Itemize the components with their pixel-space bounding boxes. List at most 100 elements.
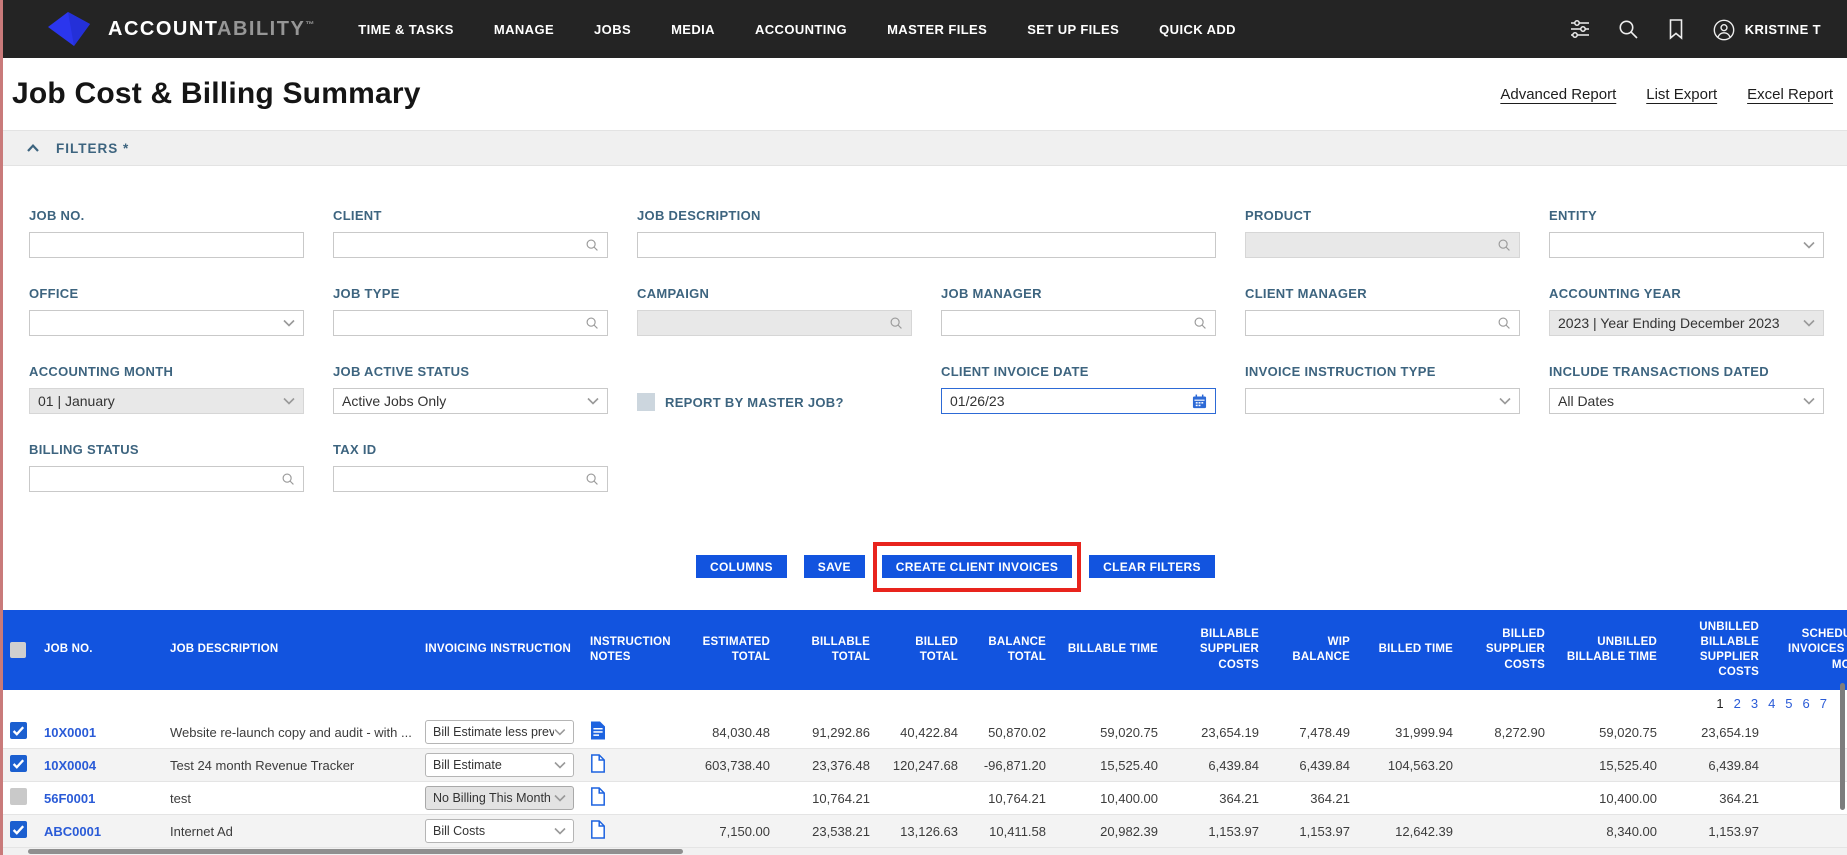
column-header-balance-total[interactable]: BALANCE TOTAL: [968, 635, 1056, 665]
chevron-down-icon: [1499, 397, 1511, 405]
job-number-link[interactable]: 56F0001: [44, 791, 95, 806]
job-number-link[interactable]: 10X0004: [44, 758, 96, 773]
page-current: 1: [1716, 695, 1724, 711]
invoicing-instruction-select[interactable]: No Billing This Month: [425, 786, 574, 810]
report-by-master-job-checkbox[interactable]: [637, 393, 655, 411]
column-header-billable-total[interactable]: BILLABLE TOTAL: [780, 635, 880, 665]
instruction-notes-document-filled-icon[interactable]: [590, 721, 606, 740]
client-manager-input[interactable]: [1245, 310, 1520, 336]
nav-item-set-up-files[interactable]: SET UP FILES: [1027, 22, 1119, 37]
brand[interactable]: ACCOUNTABILITY™: [44, 10, 314, 48]
billing-status-input[interactable]: [29, 466, 304, 492]
chevron-down-icon: [1803, 397, 1815, 405]
column-header-unbilled-billable-supplier-costs[interactable]: UNBILLED BILLABLE SUPPLIER COSTS: [1667, 620, 1769, 681]
chevron-down-icon: [554, 729, 566, 736]
job-type-input[interactable]: [333, 310, 608, 336]
brand-logo-icon: [44, 10, 94, 48]
nav-item-media[interactable]: MEDIA: [671, 22, 715, 37]
page-link-3[interactable]: 3: [1751, 696, 1758, 711]
page-link-5[interactable]: 5: [1785, 696, 1792, 711]
job-number-link[interactable]: 10X0001: [44, 725, 96, 740]
job-number-link[interactable]: ABC0001: [44, 824, 101, 839]
excel-report-link[interactable]: Excel Report: [1747, 86, 1833, 103]
column-header-job-no[interactable]: JOB NO.: [34, 642, 160, 657]
instruction-notes-document-icon[interactable]: [590, 754, 606, 773]
column-header-billable-supplier-costs[interactable]: BILLABLE SUPPLIER COSTS: [1168, 627, 1269, 673]
nav-item-time-tasks[interactable]: TIME & TASKS: [358, 22, 454, 37]
column-header-wip-balance[interactable]: WIP BALANCE: [1269, 635, 1360, 665]
create-client-invoices-button[interactable]: CREATE CLIENT INVOICES: [881, 555, 1073, 578]
search-icon[interactable]: [1616, 17, 1640, 41]
page-link-7[interactable]: 7: [1820, 696, 1827, 711]
filter-job-type: JOB TYPE: [333, 286, 608, 336]
column-header-billable-time[interactable]: BILLABLE TIME: [1056, 642, 1168, 657]
filter-sliders-icon[interactable]: [1568, 17, 1592, 41]
include-transactions-dated-select[interactable]: All Dates: [1549, 388, 1824, 414]
entity-select[interactable]: [1549, 232, 1824, 258]
row-checkbox[interactable]: [10, 788, 27, 805]
nav-item-quick-add[interactable]: QUICK ADD: [1159, 22, 1236, 37]
cell-billable-supplier-costs: 1,153.97: [1208, 823, 1259, 839]
nav-item-master-files[interactable]: MASTER FILES: [887, 22, 987, 37]
accounting-month-select[interactable]: 01 | January: [29, 388, 304, 414]
office-select[interactable]: [29, 310, 304, 336]
column-header-instruction-notes[interactable]: INSTRUCTION NOTES: [580, 635, 671, 665]
horizontal-scrollbar[interactable]: [28, 849, 683, 854]
cell-unbilled-billable-time: 10,400.00: [1599, 790, 1657, 806]
column-header-invoicing-instruction[interactable]: INVOICING INSTRUCTION: [415, 642, 580, 657]
user-name: KRISTINE T: [1744, 21, 1821, 37]
vertical-scrollbar[interactable]: [1840, 683, 1845, 810]
column-header-billed-time[interactable]: BILLED TIME: [1360, 642, 1463, 657]
column-header-job-description[interactable]: JOB DESCRIPTION: [160, 642, 415, 657]
tax-id-input[interactable]: [333, 466, 608, 492]
invoicing-instruction-select[interactable]: Bill Estimate: [425, 753, 574, 777]
row-checkbox[interactable]: [10, 821, 27, 838]
column-header-billed-total[interactable]: BILLED TOTAL: [880, 635, 968, 665]
advanced-report-link[interactable]: Advanced Report: [1500, 86, 1616, 103]
accounting-year-select[interactable]: 2023 | Year Ending December 2023: [1549, 310, 1824, 336]
client-input[interactable]: [333, 232, 608, 258]
nav-item-accounting[interactable]: ACCOUNTING: [755, 22, 847, 37]
accounting-year-value: 2023 | Year Ending December 2023: [1558, 315, 1780, 331]
list-export-link[interactable]: List Export: [1646, 86, 1717, 103]
save-button[interactable]: SAVE: [803, 555, 865, 578]
page-link-4[interactable]: 4: [1768, 696, 1775, 711]
page-link-2[interactable]: 2: [1734, 696, 1741, 711]
row-checkbox[interactable]: [10, 755, 27, 772]
results-table: JOB NO. JOB DESCRIPTION INVOICING INSTRUCT…: [0, 610, 1847, 848]
job-no-input[interactable]: [29, 232, 304, 258]
column-header-estimated-total[interactable]: ESTIMATED TOTAL: [665, 635, 780, 665]
client-invoice-date-input[interactable]: 01/26/23: [941, 388, 1216, 414]
search-icon: [1498, 317, 1510, 329]
column-header-scheduled-invoices-this-month[interactable]: SCHEDULED INVOICES THIS MONTH: [1769, 627, 1847, 673]
job-active-status-select[interactable]: Active Jobs Only: [333, 388, 608, 414]
column-header-unbilled-billable-time[interactable]: UNBILLED BILLABLE TIME: [1555, 635, 1667, 665]
search-icon: [282, 473, 294, 485]
instruction-notes-document-icon[interactable]: [590, 787, 606, 806]
page-link-6[interactable]: 6: [1803, 696, 1810, 711]
cell-job-description: test: [170, 790, 191, 806]
calendar-icon[interactable]: [1192, 394, 1207, 409]
select-all-checkbox[interactable]: [10, 642, 26, 658]
nav-item-jobs[interactable]: JOBS: [594, 22, 631, 37]
column-header-billed-supplier-costs[interactable]: BILLED SUPPLIER COSTS: [1463, 627, 1555, 673]
product-input[interactable]: [1245, 232, 1520, 258]
filters-label: FILTERS *: [56, 140, 130, 156]
nav-item-manage[interactable]: MANAGE: [494, 22, 554, 37]
invoice-instruction-type-select[interactable]: [1245, 388, 1520, 414]
clear-filters-button[interactable]: CLEAR FILTERS: [1089, 555, 1215, 578]
campaign-input[interactable]: [637, 310, 912, 336]
job-description-input[interactable]: [637, 232, 1216, 258]
filters-bar[interactable]: FILTERS *: [0, 130, 1847, 166]
row-checkbox[interactable]: [10, 722, 27, 739]
instruction-notes-document-icon[interactable]: [590, 820, 606, 839]
invoicing-instruction-select[interactable]: Bill Estimate less prev.: [425, 720, 574, 744]
columns-button[interactable]: COLUMNS: [696, 555, 787, 578]
filter-client-invoice-date: CLIENT INVOICE DATE 01/26/23: [941, 364, 1216, 414]
filter-job-manager: JOB MANAGER: [941, 286, 1216, 336]
job-manager-input[interactable]: [941, 310, 1216, 336]
nav-menu: TIME & TASKS MANAGE JOBS MEDIA ACCOUNTING MAS…: [358, 22, 1236, 37]
invoicing-instruction-select[interactable]: Bill Costs: [425, 819, 574, 843]
user-menu[interactable]: KRISTINE T: [1712, 17, 1821, 41]
bookmark-icon[interactable]: [1664, 17, 1688, 41]
